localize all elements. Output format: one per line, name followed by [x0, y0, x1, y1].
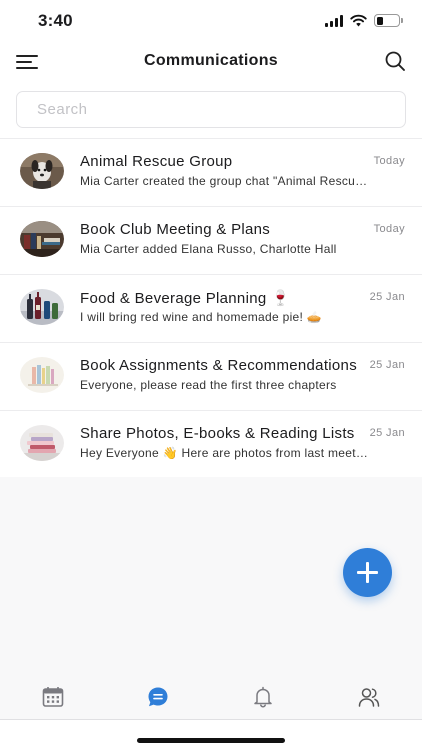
- chat-name: Share Photos, E-books & Reading Lists: [80, 425, 355, 442]
- tab-notifications[interactable]: [233, 672, 293, 720]
- chat-date: Today: [373, 223, 405, 235]
- chat-row-book-club-meeting[interactable]: Book Club Meeting & Plans Today Mia Cart…: [0, 207, 422, 275]
- people-icon: [358, 688, 380, 707]
- chat-row-animal-rescue-group[interactable]: Animal Rescue Group Today Mia Carter cre…: [0, 139, 422, 207]
- chat-list: Animal Rescue Group Today Mia Carter cre…: [0, 138, 422, 479]
- home-indicator[interactable]: [137, 738, 285, 743]
- chat-name: Animal Rescue Group: [80, 153, 233, 170]
- chat-row-food-beverage-planning[interactable]: Food & Beverage Planning 🍷 25 Jan I will…: [0, 275, 422, 343]
- page-title: Communications: [144, 52, 278, 69]
- tab-people[interactable]: [339, 672, 399, 720]
- books-on-shelf-photo-avatar: [20, 357, 64, 393]
- search-input[interactable]: [17, 92, 405, 127]
- chat-bubble-icon: [148, 687, 168, 707]
- chat-date: 25 Jan: [369, 427, 405, 439]
- wifi-icon: [350, 14, 367, 27]
- bell-icon: [254, 686, 272, 708]
- chat-preview: I will bring red wine and homemade pie! …: [80, 310, 323, 324]
- chat-name: Book Club Meeting & Plans: [80, 221, 271, 238]
- battery-icon: [374, 14, 403, 27]
- chat-date: 25 Jan: [369, 359, 405, 371]
- chat-row-book-assignments[interactable]: Book Assignments & Recommendations 25 Ja…: [0, 343, 422, 411]
- dog-photo-avatar: [20, 153, 64, 189]
- tab-calendar[interactable]: [23, 672, 83, 720]
- wine-bottles-photo-avatar: [20, 289, 64, 325]
- chat-preview: Mia Carter created the group chat "Anima…: [80, 174, 368, 188]
- status-icons: [325, 14, 403, 27]
- chat-date: Today: [373, 155, 405, 167]
- bookshelf-photo-avatar: [20, 221, 64, 257]
- chat-preview: Hey Everyone 👋 Here are photos from last…: [80, 446, 368, 460]
- header: Communications: [0, 44, 422, 80]
- chat-preview: Mia Carter added Elana Russo, Charlotte …: [80, 242, 337, 256]
- new-chat-button[interactable]: [343, 548, 392, 597]
- tab-chats[interactable]: [128, 672, 188, 720]
- chat-date: 25 Jan: [369, 291, 405, 303]
- chat-name: Food & Beverage Planning 🍷: [80, 290, 290, 307]
- calendar-icon: [42, 687, 64, 707]
- status-time: 3:40: [38, 11, 73, 30]
- tab-bar: [0, 672, 422, 720]
- chat-preview: Everyone, please read the first three ch…: [80, 378, 337, 392]
- search-bar: [16, 91, 406, 128]
- cellular-signal-icon: [325, 14, 343, 27]
- book-stack-photo-avatar: [20, 425, 64, 461]
- chat-row-share-photos[interactable]: Share Photos, E-books & Reading Lists 25…: [0, 411, 422, 479]
- search-icon[interactable]: [384, 50, 406, 72]
- chat-name: Book Assignments & Recommendations: [80, 357, 357, 374]
- status-bar: 3:40: [0, 0, 422, 44]
